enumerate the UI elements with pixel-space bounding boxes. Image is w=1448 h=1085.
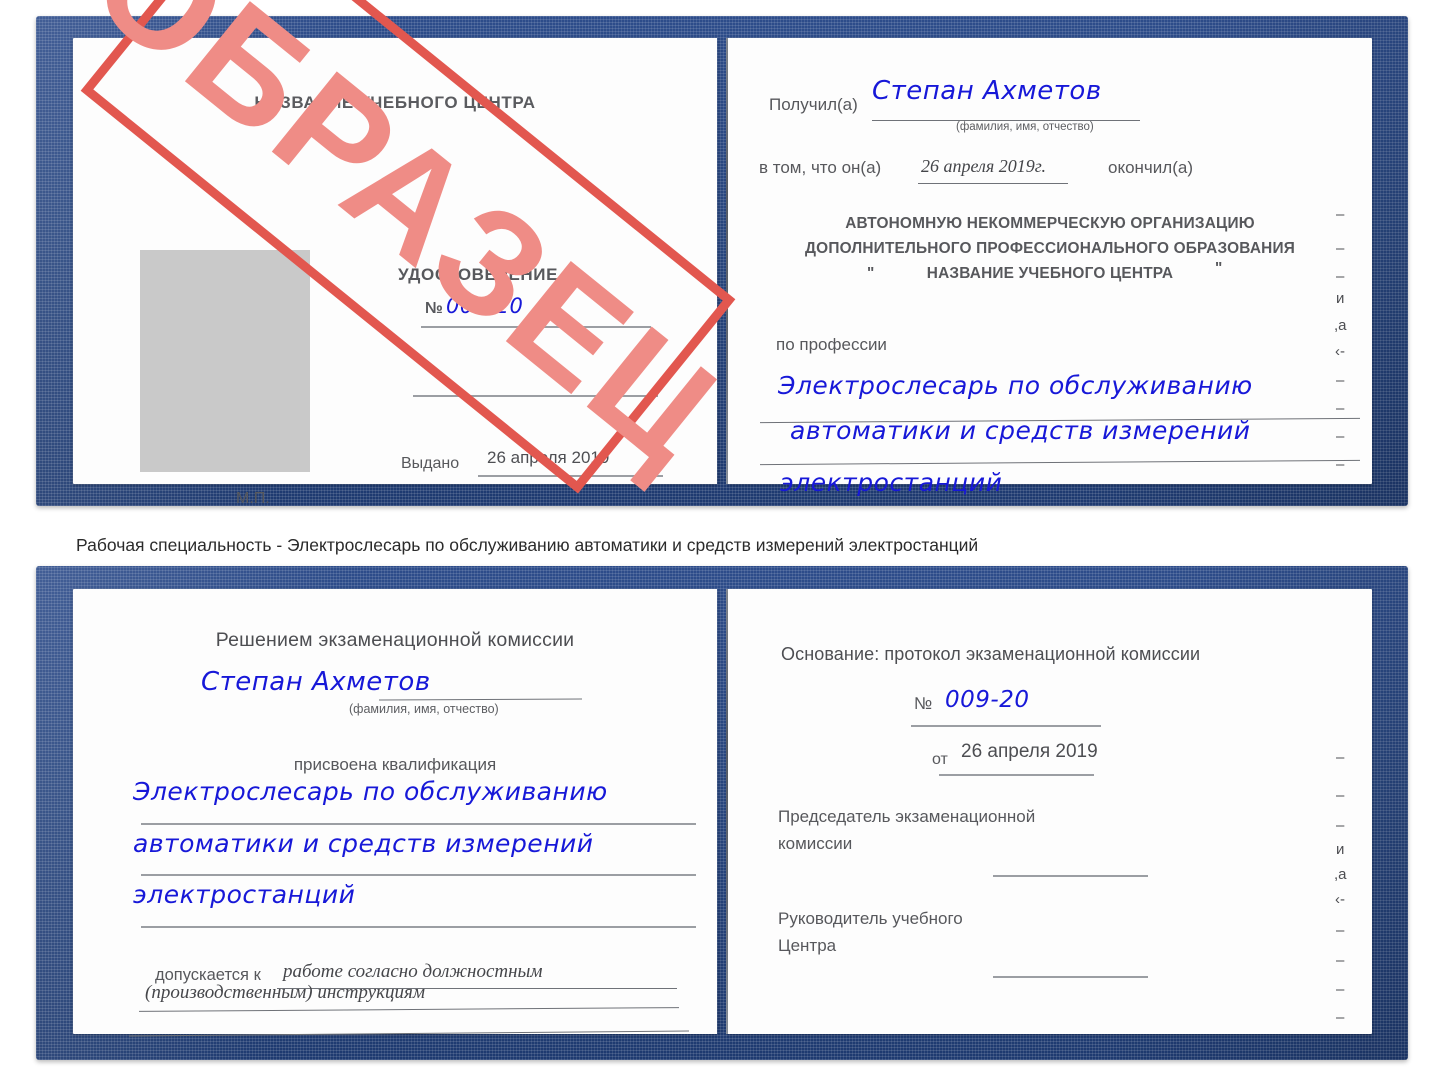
protocol-number-rule: [911, 725, 1101, 727]
screenshot-root: НАЗВАНИЕ УЧЕБНОГО ЦЕНТРА УДОСТОВЕРЕНИЕ №…: [0, 0, 1448, 1085]
chair-signature-rule: [993, 875, 1148, 877]
finished-label: окончил(а): [1108, 158, 1193, 177]
organization-line-1: АВТОНОМНУЮ НЕКОММЕРЧЕСКУЮ ОРГАНИЗАЦИЮ: [845, 215, 1255, 232]
qualification-label: присвоена квалификация: [293, 755, 497, 774]
edge-mark: –: [1336, 240, 1345, 257]
certificate-blank-rule: [413, 395, 658, 397]
certificate-1-left-page: НАЗВАНИЕ УЧЕБНОГО ЦЕНТРА УДОСТОВЕРЕНИЕ №…: [73, 38, 717, 507]
certificate-number-rule: [421, 326, 651, 328]
edge-mark: –: [1336, 400, 1345, 417]
received-label: Получил(а): [769, 95, 858, 114]
edge-mark: и: [1336, 841, 1345, 858]
edge-mark: –: [1336, 206, 1345, 223]
certificate-number-label: №: [425, 300, 443, 317]
profession-line-1: Электрослесарь по обслуживанию: [778, 371, 1253, 400]
certificate-2: Решением экзаменационной комиссии Степан…: [36, 566, 1408, 1060]
chair-line-1: Председатель экзаменационной: [778, 807, 1036, 826]
photo-placeholder: [140, 250, 310, 472]
certificate-number-value: 009-20: [446, 294, 524, 318]
profession-rule-2: [760, 459, 1360, 466]
received-name: Степан Ахметов: [872, 76, 1102, 106]
chair-line-2: комиссии: [778, 834, 853, 853]
issued-label: Выдано: [401, 455, 460, 472]
edge-mark: ,а: [1334, 866, 1347, 883]
qualification-line-1: Электрослесарь по обслуживанию: [133, 777, 608, 806]
qualification-line-2: автоматики и средств измерений: [133, 829, 594, 858]
edge-mark: ‹-: [1335, 891, 1345, 908]
issued-rule: [478, 475, 663, 477]
certificate-2-left-page: Решением экзаменационной комиссии Степан…: [73, 589, 717, 1037]
edge-mark: –: [1336, 952, 1345, 969]
edge-mark: ,а: [1334, 317, 1347, 334]
certificate-1-right-page: Получил(а) Степан Ахметов (фамилия, имя,…: [728, 38, 1372, 497]
qualification-rule-1: [141, 823, 696, 825]
protocol-number-label: №: [914, 694, 933, 713]
certificate-2-right-page: Основание: протокол экзаменационной коми…: [728, 589, 1372, 1034]
edge-mark: –: [1336, 428, 1345, 445]
edge-mark: –: [1336, 922, 1345, 939]
protocol-date-label: от: [932, 751, 948, 768]
edge-mark: –: [1336, 817, 1345, 834]
decision-name: Степан Ахметов: [201, 667, 431, 697]
head-line-2: Центра: [778, 936, 837, 955]
head-signature-rule: [993, 976, 1148, 978]
admitted-line-1: работе согласно должностным: [283, 961, 543, 982]
admitted-line-2: (производственным) инструкциям: [145, 982, 425, 1003]
edge-mark: –: [1336, 456, 1345, 473]
seal-label: М.П.: [236, 490, 270, 507]
profession-label: по профессии: [776, 335, 887, 354]
edge-mark: –: [1336, 981, 1345, 998]
decision-label: Решением экзаменационной комиссии: [215, 629, 575, 651]
edge-mark: –: [1336, 1009, 1345, 1026]
issued-date: 26 апреля 2019: [487, 448, 610, 467]
organization-quote-close: ": [1215, 260, 1223, 277]
edge-mark: –: [1336, 268, 1345, 285]
admitted-rule-2: [139, 1007, 679, 1012]
finished-date: 26 апреля 2019г.: [921, 156, 1047, 176]
document-type-label: УДОСТОВЕРЕНИЕ: [398, 265, 559, 284]
head-line-1: Руководитель учебного: [778, 909, 963, 928]
profession-line-2: автоматики и средств измерений: [790, 416, 1251, 445]
training-center-name-1: НАЗВАНИЕ УЧЕБНОГО ЦЕНТРА: [254, 93, 536, 112]
caption-text: Рабочая специальность - Электрослесарь п…: [76, 535, 979, 555]
basis-label: Основание: протокол экзаменационной коми…: [781, 644, 1201, 664]
profession-line-3: электростанций: [780, 468, 1003, 497]
qualification-rule-3: [141, 926, 696, 928]
organization-line-2: ДОПОЛНИТЕЛЬНОГО ПРОФЕССИОНАЛЬНОГО ОБРАЗО…: [804, 240, 1295, 257]
qualification-rule-2: [141, 874, 696, 876]
name-hint-2: (фамилия, имя, отчество): [349, 702, 499, 716]
protocol-number-value: 009-20: [945, 687, 1030, 713]
protocol-date-rule: [939, 774, 1094, 776]
finished-date-rule: [918, 183, 1068, 184]
in-that-label: в том, что он(а): [759, 158, 882, 177]
decision-name-rule: [378, 698, 583, 701]
edge-mark: ‹-: [1335, 343, 1345, 360]
edge-mark: и: [1336, 290, 1345, 307]
edge-mark: –: [1336, 749, 1345, 766]
edge-mark: –: [1336, 372, 1345, 389]
qualification-line-3: электростанций: [133, 880, 356, 909]
name-hint-1: (фамилия, имя, отчество): [956, 121, 1094, 133]
organization-line-3: НАЗВАНИЕ УЧЕБНОГО ЦЕНТРА: [926, 265, 1174, 282]
certificate-1: НАЗВАНИЕ УЧЕБНОГО ЦЕНТРА УДОСТОВЕРЕНИЕ №…: [36, 16, 1408, 507]
edge-mark: –: [1336, 787, 1345, 804]
protocol-date-value: 26 апреля 2019: [961, 741, 1098, 762]
